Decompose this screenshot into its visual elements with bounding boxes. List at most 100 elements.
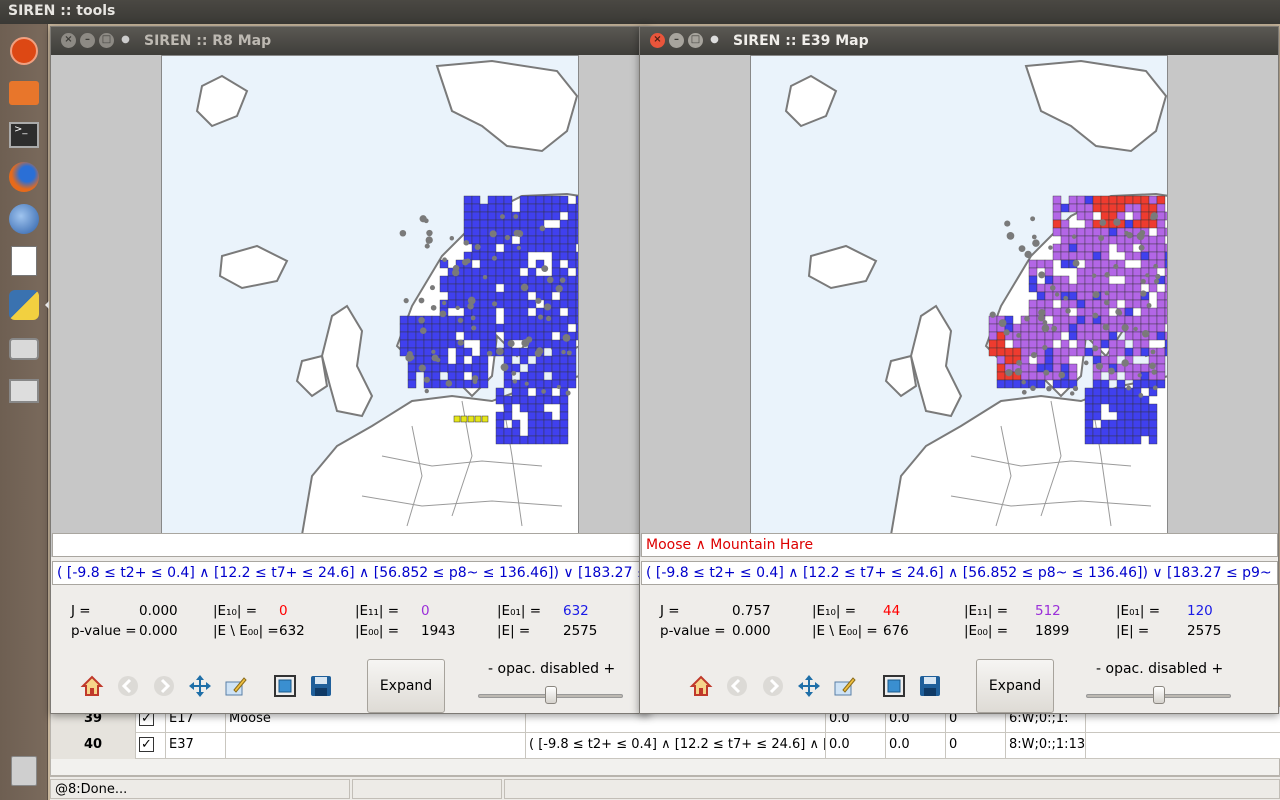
trash-icon[interactable] <box>5 752 43 790</box>
coast-detail <box>418 316 425 324</box>
grid-cell <box>1140 203 1150 213</box>
back-icon[interactable] <box>114 672 142 700</box>
menu-icon[interactable]: ● <box>707 33 722 48</box>
window-titlebar[interactable]: × – □ ● SIREN :: E39 Map <box>640 27 1278 55</box>
coast-detail <box>1024 250 1032 259</box>
grid-cell <box>1156 235 1166 245</box>
grid-cell <box>1084 331 1094 341</box>
grid-cell <box>527 195 537 205</box>
menu-icon[interactable]: ● <box>118 33 133 48</box>
grid-cell <box>543 195 553 205</box>
pan-icon[interactable] <box>186 672 214 700</box>
save-icon[interactable] <box>307 672 335 700</box>
grid-cell <box>543 379 553 389</box>
query-field[interactable]: ( [-9.8 ≤ t2+ ≤ 0.4] ∧ [12.2 ≤ t7+ ≤ 24.… <box>641 561 1278 585</box>
row-checkbox[interactable]: ✓ <box>136 733 166 759</box>
grid-cell <box>495 387 505 397</box>
grid-cell <box>1076 267 1086 277</box>
expand-button[interactable]: Expand <box>976 659 1054 713</box>
coast-detail <box>1151 369 1157 375</box>
expand-button[interactable]: Expand <box>367 659 445 713</box>
row-pval: 0.0 <box>886 733 946 759</box>
window-icon[interactable] <box>5 372 43 410</box>
grid-cell <box>1028 331 1038 341</box>
maximize-icon[interactable]: □ <box>99 33 114 48</box>
grid-cell <box>1100 307 1110 317</box>
coast-detail <box>486 350 493 357</box>
window-titlebar[interactable]: × – □ ● SIREN :: R8 Map <box>51 27 649 55</box>
table-row[interactable]: 40 ✓ E37 ( [-9.8 ≤ t2+ ≤ 0.4] ∧ [12.2 ≤ … <box>51 733 1280 759</box>
files-icon[interactable] <box>5 74 43 112</box>
python-icon[interactable] <box>5 286 49 324</box>
grid-cell <box>1124 347 1134 357</box>
grid-cell <box>1156 355 1166 365</box>
thunderbird-icon[interactable] <box>5 200 43 238</box>
e10-label: |E₁₀| = <box>812 603 857 619</box>
zoom-edit-icon[interactable] <box>831 672 859 700</box>
redescription-field[interactable] <box>52 533 649 557</box>
grid-cell <box>1020 363 1030 373</box>
firefox-icon[interactable] <box>5 158 43 196</box>
grid-cell <box>479 211 489 221</box>
grid-cell <box>1124 283 1134 293</box>
map-panel <box>51 55 649 557</box>
grid-cell <box>479 259 489 269</box>
grid-cell <box>535 355 545 365</box>
grid-cell <box>527 347 537 357</box>
grid-cell <box>535 331 545 341</box>
home-icon[interactable] <box>687 672 715 700</box>
e00-value: 1899 <box>1035 623 1070 639</box>
grid-cell <box>543 323 553 333</box>
grid-cell <box>551 339 561 349</box>
grid-cell <box>1092 411 1102 421</box>
grid-cell <box>535 339 545 349</box>
e-label: |E| = <box>1116 623 1150 639</box>
grid-cell <box>455 379 465 389</box>
grid-cell <box>1132 195 1142 205</box>
pvalue-label: p-value = <box>71 623 137 639</box>
maximize-icon[interactable]: □ <box>688 33 703 48</box>
grid-cell <box>567 275 577 285</box>
terminal-icon[interactable]: >_ <box>5 116 43 154</box>
query-field[interactable]: ( [-9.8 ≤ t2+ ≤ 0.4] ∧ [12.2 ≤ t7+ ≤ 24.… <box>52 561 649 585</box>
grid-cell <box>471 235 481 245</box>
forward-icon[interactable] <box>759 672 787 700</box>
close-icon[interactable]: × <box>650 33 665 48</box>
back-icon[interactable] <box>723 672 751 700</box>
save-icon[interactable] <box>916 672 944 700</box>
coast-detail <box>1091 273 1097 278</box>
grid-cell <box>543 411 553 421</box>
dash-icon[interactable] <box>5 32 43 70</box>
fit-view-icon[interactable] <box>880 672 908 700</box>
redescription-field[interactable]: Moose ∧ Mountain Hare <box>641 533 1278 557</box>
map-canvas[interactable] <box>750 55 1168 534</box>
pan-icon[interactable] <box>795 672 823 700</box>
camera-icon[interactable] <box>5 330 43 368</box>
grid-cell <box>471 219 481 229</box>
opacity-slider-handle[interactable] <box>1152 686 1165 704</box>
close-icon[interactable]: × <box>61 33 76 48</box>
grid-cell <box>559 291 569 301</box>
zoom-edit-icon[interactable] <box>222 672 250 700</box>
grid-cell <box>447 291 457 301</box>
e11-value: 512 <box>1035 603 1061 619</box>
grid-cell <box>479 323 489 333</box>
coast-detail <box>537 314 544 320</box>
grid-cell <box>511 251 521 261</box>
text-editor-icon[interactable] <box>5 242 43 280</box>
map-canvas[interactable] <box>161 55 579 534</box>
minimize-icon[interactable]: – <box>669 33 684 48</box>
home-icon[interactable] <box>78 672 106 700</box>
minimize-icon[interactable]: – <box>80 33 95 48</box>
grid-cell <box>1140 251 1150 261</box>
forward-icon[interactable] <box>150 672 178 700</box>
grid-cell <box>519 387 529 397</box>
coast-detail <box>1031 234 1037 240</box>
grid-cell <box>1020 347 1030 357</box>
grid-cell <box>1020 355 1030 365</box>
row-query: ( [-9.8 ≤ t2+ ≤ 0.4] ∧ [12.2 ≤ t7+ ≤ 24.… <box>526 733 826 759</box>
opacity-slider-handle[interactable] <box>544 686 557 704</box>
fit-view-icon[interactable] <box>271 672 299 700</box>
coast-detail <box>418 364 426 372</box>
grid-cell <box>1148 195 1158 205</box>
